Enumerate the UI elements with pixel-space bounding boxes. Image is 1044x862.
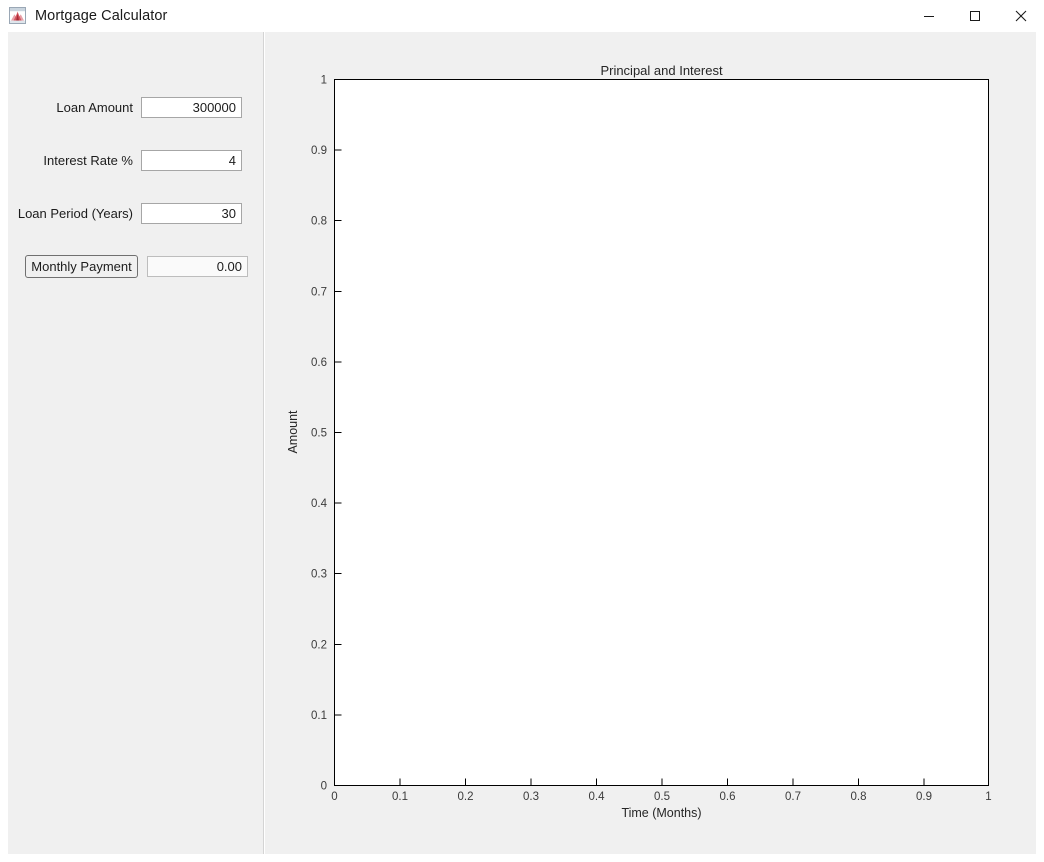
y-tick-label: 0.2 [311, 639, 327, 651]
window-body: Loan Amount Interest Rate % Loan Period … [0, 31, 1044, 862]
maximize-button[interactable] [952, 0, 998, 31]
x-tick-label: 0.6 [720, 791, 736, 803]
x-tick-label: 0.8 [851, 791, 867, 803]
x-tick-label: 0.4 [589, 791, 606, 803]
x-tick-label: 1 [985, 791, 991, 803]
y-tick-label: 0.4 [311, 498, 328, 510]
input-form-panel: Loan Amount Interest Rate % Loan Period … [8, 32, 264, 854]
loan-period-label: Loan Period (Years) [17, 205, 133, 221]
x-tick-label: 0.3 [523, 791, 539, 803]
interest-rate-row: Interest Rate % [8, 149, 264, 171]
x-tick-label: 0.1 [392, 791, 408, 803]
close-icon [1015, 10, 1027, 21]
y-tick-label: 0.8 [311, 216, 327, 228]
loan-amount-label: Loan Amount [56, 99, 133, 115]
x-axis-label: Time (Months) [621, 806, 701, 820]
window-title: Mortgage Calculator [35, 7, 168, 24]
y-tick-label: 0.3 [311, 569, 327, 581]
x-tick-label: 0.7 [785, 791, 801, 803]
matlab-membrane-icon [9, 7, 26, 24]
maximize-icon [970, 10, 980, 21]
y-tick-label: 1 [321, 75, 327, 87]
x-tick-label: 0.9 [916, 791, 932, 803]
window-controls [906, 0, 1044, 31]
x-tick-label: 0.5 [654, 791, 670, 803]
mortgage-calculator-window: Mortgage Calculator Loan Amount 300000 I… [0, 0, 1044, 862]
y-tick-label: 0.6 [311, 357, 327, 369]
y-tick-label: 0.5 [311, 428, 327, 440]
interest-rate-input[interactable] [141, 149, 242, 171]
y-tick-label: 0.9 [311, 145, 327, 157]
chart-title: Principal and Interest [600, 63, 723, 78]
minimize-button[interactable] [906, 0, 952, 31]
x-tick-label: 0.2 [458, 791, 474, 803]
close-button[interactable] [998, 0, 1044, 31]
y-axis-label: Amount [286, 410, 300, 454]
loan-period-row: Loan Period (Years) [8, 202, 264, 224]
monthly-payment-button[interactable]: Monthly Payment [25, 254, 138, 278]
loan-period-input[interactable] [141, 202, 242, 224]
y-tick-label: 0.7 [311, 286, 327, 298]
loan-amount-input[interactable] [141, 96, 242, 118]
chart-panel[interactable]: Principal and Interest 0 0.1 0.2 0.3 0.4… [265, 32, 1036, 854]
interest-rate-label: Interest Rate % [43, 152, 133, 168]
monthly-payment-result-field[interactable] [147, 255, 248, 277]
y-tick-label: 0.1 [311, 710, 327, 722]
principal-and-interest-axes[interactable]: Principal and Interest 0 0.1 0.2 0.3 0.4… [265, 32, 1036, 854]
plot-area-background [334, 79, 989, 785]
title-bar: Mortgage Calculator [0, 0, 1044, 32]
monthly-payment-row: Monthly Payment [8, 254, 264, 278]
y-tick-label: 0 [321, 781, 327, 793]
x-tick-label: 0 [331, 791, 337, 803]
loan-amount-row: Loan Amount [8, 96, 264, 118]
minimize-icon [924, 15, 934, 17]
